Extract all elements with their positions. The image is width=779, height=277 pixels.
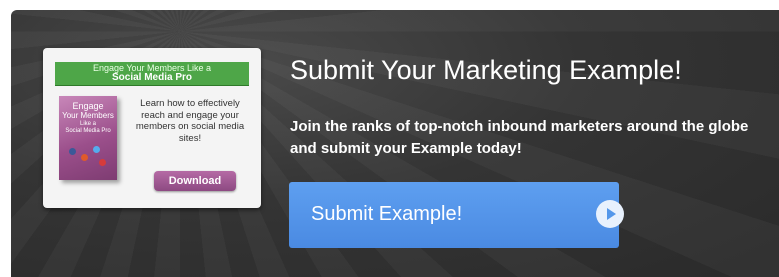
- social-icon: [81, 154, 88, 161]
- ebook-cover-line2: Your Members: [62, 111, 114, 120]
- ebook-cover-line4: Social Media Pro: [65, 128, 111, 134]
- ebook-header-line2: Social Media Pro: [111, 72, 193, 83]
- ebook-description: Learn how to effectively reach and engag…: [135, 98, 245, 144]
- page-subtitle: Join the ranks of top-notch inbound mark…: [290, 118, 749, 157]
- page-title: Submit Your Marketing Example!: [290, 55, 682, 85]
- download-button[interactable]: Download: [154, 171, 236, 191]
- ebook-cover-image: Engage Your Members Like a Social Media …: [59, 96, 117, 180]
- twitter-icon: [93, 146, 100, 153]
- ebook-card-header: Engage Your Members Like a Social Media …: [55, 62, 249, 86]
- arrow-right-circle-icon: [596, 200, 624, 228]
- facebook-icon: [69, 148, 76, 155]
- social-icon: [99, 159, 106, 166]
- submit-example-label: Submit Example!: [311, 203, 463, 225]
- ebook-card[interactable]: Engage Your Members Like a Social Media …: [43, 48, 261, 208]
- promo-banner: Engage Your Members Like a Social Media …: [11, 10, 779, 277]
- submit-example-button[interactable]: Submit Example!: [289, 182, 624, 248]
- ebook-cover-line1: Engage: [72, 101, 104, 111]
